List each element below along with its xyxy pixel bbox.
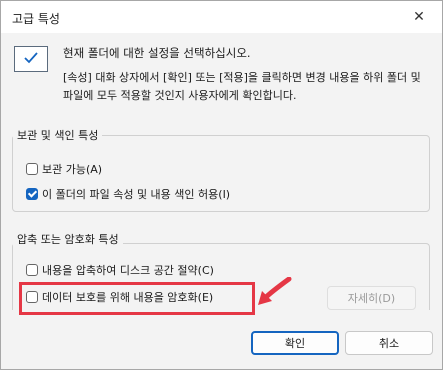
compress-group-title: 압축 또는 암호화 특성 <box>13 231 123 247</box>
index-label: 이 폴더의 파일 속성 및 내용 색인 허용(I) <box>42 188 231 201</box>
compress-checkbox[interactable] <box>26 264 38 276</box>
encrypt-highlight-box <box>19 282 255 315</box>
close-icon: ✕ <box>413 9 425 25</box>
title-bar: 고급 특성 ✕ <box>1 1 442 33</box>
intro-text: 현재 폴더에 대한 설정을 선택하십시오. <box>63 46 251 60</box>
settings-check-icon <box>14 46 48 72</box>
advanced-attributes-dialog: 고급 특성 ✕ 현재 폴더에 대한 설정을 선택하십시오. [속성] 대화 상자… <box>0 0 443 370</box>
index-checkbox-row[interactable]: 이 폴더의 파일 속성 및 내용 색인 허용(I) <box>26 186 230 202</box>
archive-checkbox[interactable] <box>26 163 38 175</box>
index-checkbox[interactable] <box>26 188 38 200</box>
intro-description: [속성] 대화 상자에서 [확인] 또는 [적용]을 클릭하면 변경 내용을 하… <box>63 71 421 102</box>
compress-label: 내용을 압축하여 디스크 공간 절약(C) <box>42 264 214 277</box>
close-button[interactable]: ✕ <box>396 1 442 33</box>
red-arrow-icon <box>258 277 292 305</box>
archive-checkbox-row[interactable]: 보관 가능(A) <box>26 161 102 177</box>
cancel-button[interactable]: 취소 <box>345 331 433 355</box>
details-button[interactable]: 자세히(D) <box>327 286 416 310</box>
ok-button[interactable]: 확인 <box>251 331 339 355</box>
compress-checkbox-row[interactable]: 내용을 압축하여 디스크 공간 절약(C) <box>26 262 214 278</box>
archive-label: 보관 가능(A) <box>42 163 103 176</box>
dialog-title: 고급 특성 <box>12 12 60 26</box>
archive-group-title: 보관 및 색인 특성 <box>13 127 103 143</box>
